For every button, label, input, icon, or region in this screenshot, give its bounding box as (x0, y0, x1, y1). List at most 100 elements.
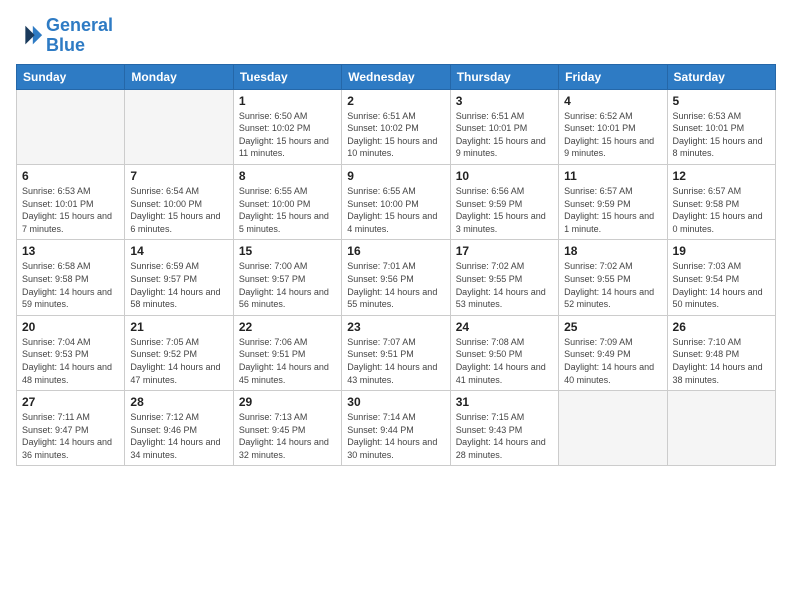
day-info: Sunrise: 6:58 AMSunset: 9:58 PMDaylight:… (22, 260, 119, 310)
day-info: Sunrise: 7:08 AMSunset: 9:50 PMDaylight:… (456, 336, 553, 386)
day-info: Sunrise: 6:51 AMSunset: 10:02 PMDaylight… (347, 110, 444, 160)
day-number: 6 (22, 169, 119, 183)
calendar-table: SundayMondayTuesdayWednesdayThursdayFrid… (16, 64, 776, 467)
weekday-header: Monday (125, 64, 233, 89)
day-number: 27 (22, 395, 119, 409)
calendar-day-cell: 4 Sunrise: 6:52 AMSunset: 10:01 PMDayligh… (559, 89, 667, 164)
calendar-day-cell: 28Sunrise: 7:12 AMSunset: 9:46 PMDayligh… (125, 391, 233, 466)
day-info: Sunrise: 7:07 AMSunset: 9:51 PMDaylight:… (347, 336, 444, 386)
day-info: Sunrise: 6:50 AMSunset: 10:02 PMDaylight… (239, 110, 336, 160)
calendar-day-cell: 24 Sunrise: 7:08 AMSunset: 9:50 PMDayligh… (450, 315, 558, 390)
day-number: 17 (456, 244, 553, 258)
day-number: 19 (673, 244, 770, 258)
calendar-day-cell: 27 Sunrise: 7:11 AMSunset: 9:47 PMDayligh… (17, 391, 125, 466)
day-info: Sunrise: 6:55 AMSunset: 10:00 PMDaylight… (239, 185, 336, 235)
day-info: Sunrise: 7:06 AMSunset: 9:51 PMDaylight:… (239, 336, 336, 386)
calendar-day-cell: 30 Sunrise: 7:14 AMSunset: 9:44 PMDayligh… (342, 391, 450, 466)
weekday-header: Friday (559, 64, 667, 89)
day-number: 5 (673, 94, 770, 108)
day-info: Sunrise: 7:15 AMSunset: 9:43 PMDaylight:… (456, 411, 553, 461)
calendar-day-cell (125, 89, 233, 164)
calendar-header-row: SundayMondayTuesdayWednesdayThursdayFrid… (17, 64, 776, 89)
weekday-header: Wednesday (342, 64, 450, 89)
day-info: Sunrise: 7:09 AMSunset: 9:49 PMDaylight:… (564, 336, 661, 386)
calendar-day-cell: 9 Sunrise: 6:55 AMSunset: 10:00 PMDayligh… (342, 164, 450, 239)
calendar-day-cell: 12 Sunrise: 6:57 AMSunset: 9:58 PMDayligh… (667, 164, 775, 239)
calendar-day-cell: 1Sunrise: 6:50 AMSunset: 10:02 PMDayligh… (233, 89, 341, 164)
calendar-day-cell: 20 Sunrise: 7:04 AMSunset: 9:53 PMDayligh… (17, 315, 125, 390)
day-number: 22 (239, 320, 336, 334)
calendar-day-cell: 11Sunrise: 6:57 AMSunset: 9:59 PMDayligh… (559, 164, 667, 239)
day-info: Sunrise: 6:53 AMSunset: 10:01 PMDaylight… (22, 185, 119, 235)
day-number: 21 (130, 320, 227, 334)
day-info: Sunrise: 6:57 AMSunset: 9:59 PMDaylight:… (564, 185, 661, 235)
logo: General Blue (16, 16, 113, 56)
calendar-day-cell: 5 Sunrise: 6:53 AMSunset: 10:01 PMDayligh… (667, 89, 775, 164)
day-info: Sunrise: 6:52 AMSunset: 10:01 PMDaylight… (564, 110, 661, 160)
day-number: 12 (673, 169, 770, 183)
calendar-week-row: 6 Sunrise: 6:53 AMSunset: 10:01 PMDayligh… (17, 164, 776, 239)
logo-text: General Blue (46, 16, 113, 56)
calendar-day-cell (667, 391, 775, 466)
day-number: 14 (130, 244, 227, 258)
calendar-day-cell: 31 Sunrise: 7:15 AMSunset: 9:43 PMDayligh… (450, 391, 558, 466)
day-info: Sunrise: 7:02 AMSunset: 9:55 PMDaylight:… (456, 260, 553, 310)
day-info: Sunrise: 7:04 AMSunset: 9:53 PMDaylight:… (22, 336, 119, 386)
day-info: Sunrise: 7:11 AMSunset: 9:47 PMDaylight:… (22, 411, 119, 461)
weekday-header: Tuesday (233, 64, 341, 89)
calendar-week-row: 13 Sunrise: 6:58 AMSunset: 9:58 PMDayligh… (17, 240, 776, 315)
day-number: 16 (347, 244, 444, 258)
weekday-header: Thursday (450, 64, 558, 89)
calendar-day-cell: 22 Sunrise: 7:06 AMSunset: 9:51 PMDayligh… (233, 315, 341, 390)
calendar-day-cell: 13 Sunrise: 6:58 AMSunset: 9:58 PMDayligh… (17, 240, 125, 315)
day-number: 25 (564, 320, 661, 334)
day-number: 31 (456, 395, 553, 409)
calendar-day-cell: 21 Sunrise: 7:05 AMSunset: 9:52 PMDayligh… (125, 315, 233, 390)
day-number: 8 (239, 169, 336, 183)
day-number: 7 (130, 169, 227, 183)
day-info: Sunrise: 6:59 AMSunset: 9:57 PMDaylight:… (130, 260, 227, 310)
day-number: 18 (564, 244, 661, 258)
weekday-header: Saturday (667, 64, 775, 89)
day-info: Sunrise: 7:02 AMSunset: 9:55 PMDaylight:… (564, 260, 661, 310)
calendar-day-cell: 17 Sunrise: 7:02 AMSunset: 9:55 PMDayligh… (450, 240, 558, 315)
day-number: 26 (673, 320, 770, 334)
weekday-header: Sunday (17, 64, 125, 89)
calendar-day-cell: 29Sunrise: 7:13 AMSunset: 9:45 PMDayligh… (233, 391, 341, 466)
day-number: 20 (22, 320, 119, 334)
day-info: Sunrise: 7:01 AMSunset: 9:56 PMDaylight:… (347, 260, 444, 310)
day-info: Sunrise: 7:10 AMSunset: 9:48 PMDaylight:… (673, 336, 770, 386)
day-number: 24 (456, 320, 553, 334)
day-number: 15 (239, 244, 336, 258)
day-number: 4 (564, 94, 661, 108)
calendar-week-row: 1Sunrise: 6:50 AMSunset: 10:02 PMDayligh… (17, 89, 776, 164)
day-info: Sunrise: 6:53 AMSunset: 10:01 PMDaylight… (673, 110, 770, 160)
calendar-day-cell: 16 Sunrise: 7:01 AMSunset: 9:56 PMDayligh… (342, 240, 450, 315)
day-number: 30 (347, 395, 444, 409)
logo-icon (16, 22, 44, 50)
calendar-week-row: 27 Sunrise: 7:11 AMSunset: 9:47 PMDayligh… (17, 391, 776, 466)
day-number: 13 (22, 244, 119, 258)
day-info: Sunrise: 6:51 AMSunset: 10:01 PMDaylight… (456, 110, 553, 160)
day-info: Sunrise: 6:57 AMSunset: 9:58 PMDaylight:… (673, 185, 770, 235)
calendar-day-cell: 18 Sunrise: 7:02 AMSunset: 9:55 PMDayligh… (559, 240, 667, 315)
calendar-day-cell: 26 Sunrise: 7:10 AMSunset: 9:48 PMDayligh… (667, 315, 775, 390)
day-info: Sunrise: 7:00 AMSunset: 9:57 PMDaylight:… (239, 260, 336, 310)
calendar-day-cell: 19 Sunrise: 7:03 AMSunset: 9:54 PMDayligh… (667, 240, 775, 315)
calendar-day-cell: 23 Sunrise: 7:07 AMSunset: 9:51 PMDayligh… (342, 315, 450, 390)
day-info: Sunrise: 6:55 AMSunset: 10:00 PMDaylight… (347, 185, 444, 235)
day-number: 2 (347, 94, 444, 108)
page-header: General Blue (16, 16, 776, 56)
day-info: Sunrise: 7:14 AMSunset: 9:44 PMDaylight:… (347, 411, 444, 461)
day-number: 23 (347, 320, 444, 334)
day-number: 3 (456, 94, 553, 108)
calendar-day-cell: 14 Sunrise: 6:59 AMSunset: 9:57 PMDayligh… (125, 240, 233, 315)
calendar-day-cell: 2 Sunrise: 6:51 AMSunset: 10:02 PMDayligh… (342, 89, 450, 164)
day-number: 29 (239, 395, 336, 409)
day-info: Sunrise: 7:03 AMSunset: 9:54 PMDaylight:… (673, 260, 770, 310)
calendar-day-cell: 7Sunrise: 6:54 AMSunset: 10:00 PMDayligh… (125, 164, 233, 239)
calendar-day-cell: 25 Sunrise: 7:09 AMSunset: 9:49 PMDayligh… (559, 315, 667, 390)
day-info: Sunrise: 7:05 AMSunset: 9:52 PMDaylight:… (130, 336, 227, 386)
day-number: 9 (347, 169, 444, 183)
calendar-day-cell (17, 89, 125, 164)
